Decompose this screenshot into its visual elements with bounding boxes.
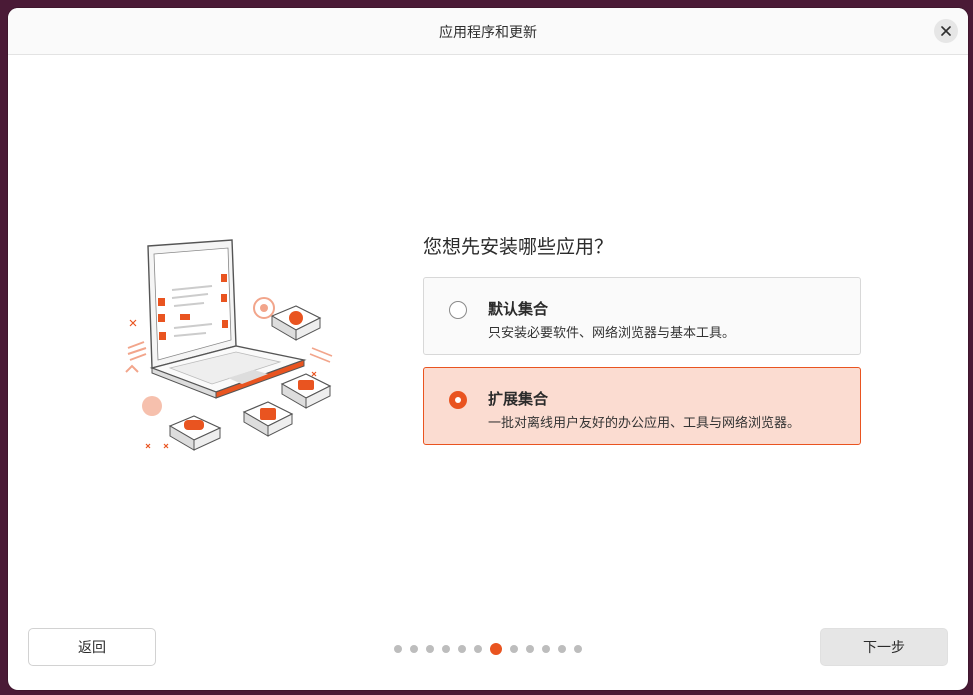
radio-extended-collection[interactable]: [449, 391, 467, 409]
titlebar: 应用程序和更新: [8, 8, 968, 55]
option-description: 一批对离线用户友好的办公应用、工具与网络浏览器。: [488, 416, 801, 431]
radio-default-collection[interactable]: [449, 301, 467, 319]
window-title: 应用程序和更新: [439, 25, 537, 41]
progress-dot: [510, 645, 518, 653]
page-question: 您想先安装哪些应用？: [423, 236, 614, 258]
close-icon: [941, 26, 951, 36]
progress-dot: [574, 645, 582, 653]
progress-dot: [426, 645, 434, 653]
laptop-illustration: [125, 239, 333, 451]
progress-dot: [394, 645, 402, 653]
progress-dot: [474, 645, 482, 653]
progress-dot: [458, 645, 466, 653]
installer-window: 应用程序和更新 您想先安装哪些应用？ 默认集合 只安装必要软件、网络浏览器与基本…: [8, 8, 968, 690]
back-button[interactable]: 返回: [28, 628, 156, 666]
option-title: 默认集合: [488, 300, 549, 318]
next-button[interactable]: 下一步: [820, 628, 948, 666]
progress-dot: [410, 645, 418, 653]
close-button[interactable]: [934, 19, 958, 43]
option-default-collection[interactable]: 默认集合 只安装必要软件、网络浏览器与基本工具。: [423, 277, 861, 355]
progress-dot: [542, 645, 550, 653]
option-description: 只安装必要软件、网络浏览器与基本工具。: [488, 326, 736, 341]
progress-dot: [442, 645, 450, 653]
progress-dot: [526, 645, 534, 653]
option-extended-collection[interactable]: 扩展集合 一批对离线用户友好的办公应用、工具与网络浏览器。: [423, 367, 861, 445]
option-title: 扩展集合: [488, 390, 549, 408]
progress-dot-current: [490, 643, 502, 655]
progress-dot: [558, 645, 566, 653]
